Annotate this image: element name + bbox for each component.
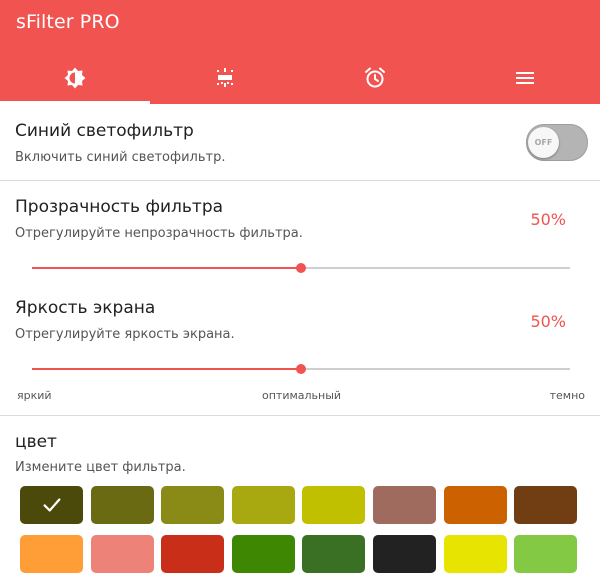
color-swatch[interactable] <box>231 535 295 573</box>
opacity-value: 50% <box>530 210 566 229</box>
color-swatch[interactable] <box>373 486 436 524</box>
checkmark-icon <box>43 498 60 512</box>
color-swatch[interactable] <box>514 535 578 573</box>
tab-filter[interactable] <box>0 52 150 104</box>
sun-filter-icon <box>217 68 233 87</box>
brightness-subtitle: Отрегулируйте яркость экрана. <box>15 327 235 342</box>
blue-filter-subtitle: Включить синий светофильтр. <box>15 150 226 165</box>
tab-brightness[interactable] <box>150 52 300 104</box>
color-swatch[interactable] <box>90 535 154 573</box>
color-title: цвет <box>15 432 57 452</box>
brightness-title: Яркость экрана <box>15 298 156 318</box>
color-swatch[interactable] <box>514 486 578 524</box>
opacity-title: Прозрачность фильтра <box>15 197 224 217</box>
blue-filter-title: Синий светофильтр <box>15 121 194 141</box>
slider-fill <box>32 267 301 269</box>
scale-label-bright: яркий <box>17 389 52 402</box>
color-swatch[interactable] <box>20 535 83 573</box>
menu-icon <box>516 72 534 84</box>
opacity-subtitle: Отрегулируйте непрозрачность фильтра. <box>15 226 303 241</box>
tab-bar <box>0 52 600 104</box>
toggle-label: OFF <box>534 138 553 147</box>
color-subtitle: Измените цвет фильтра. <box>15 460 186 475</box>
color-swatch[interactable] <box>443 486 507 524</box>
brightness-slider[interactable] <box>32 361 570 377</box>
opacity-slider[interactable] <box>32 260 570 276</box>
color-swatch[interactable] <box>443 535 507 573</box>
color-swatch[interactable] <box>161 486 225 524</box>
slider-fill <box>32 368 301 370</box>
slider-thumb[interactable] <box>296 263 306 273</box>
color-swatch[interactable] <box>90 486 154 524</box>
tab-menu[interactable] <box>450 52 600 104</box>
alarm-clock-icon <box>365 67 385 88</box>
scale-label-dark: темно <box>549 389 585 402</box>
divider <box>0 415 600 416</box>
color-swatch[interactable] <box>302 535 366 573</box>
blue-filter-toggle[interactable]: OFF <box>526 124 588 161</box>
color-swatch[interactable] <box>161 535 225 573</box>
brightness-value: 50% <box>530 312 566 331</box>
toggle-thumb: OFF <box>528 127 559 158</box>
color-swatch[interactable] <box>231 486 295 524</box>
color-swatch[interactable] <box>302 486 366 524</box>
divider <box>0 180 600 181</box>
slider-thumb[interactable] <box>296 364 306 374</box>
color-swatch[interactable] <box>373 535 436 573</box>
tab-schedule[interactable] <box>300 52 450 104</box>
scale-label-optimal: оптимальный <box>262 389 342 402</box>
color-swatch[interactable] <box>20 486 83 524</box>
brightness-contrast-icon <box>64 67 86 89</box>
app-title: sFilter PRO <box>16 11 120 33</box>
app-bar: sFilter PRO <box>0 0 600 104</box>
